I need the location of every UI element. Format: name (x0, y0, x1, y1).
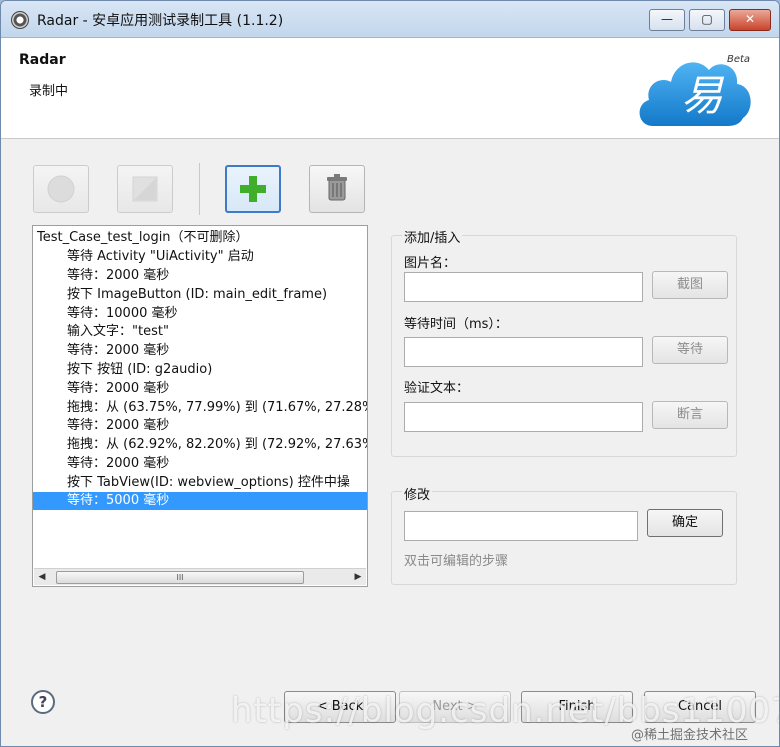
plus-icon (240, 176, 266, 202)
record-icon (47, 175, 75, 203)
tree-step[interactable]: 拖拽：从 (62.92%, 82.20%) 到 (72.92%, 27.63% (33, 436, 367, 454)
tree-step[interactable]: 拖拽：从 (63.75%, 77.99%) 到 (71.67%, 27.28% (33, 399, 367, 417)
page-subtitle: 录制中 (29, 84, 69, 99)
screenshot-button[interactable]: 截图 (652, 271, 728, 299)
tree-step[interactable]: 等待 Activity "UiActivity" 启动 (33, 248, 367, 266)
tree-step[interactable]: 等待：2000 毫秒 (33, 455, 367, 473)
confirm-button[interactable]: 确定 (647, 509, 723, 537)
stop-button[interactable] (117, 165, 173, 213)
tree-step[interactable]: 等待：2000 毫秒 (33, 417, 367, 435)
app-icon (11, 11, 29, 29)
beta-badge: Beta (727, 54, 750, 65)
tree-step-selected[interactable]: 等待：5000 毫秒 (33, 492, 367, 510)
modify-label: 修改 (402, 484, 433, 503)
assert-button[interactable]: 断言 (652, 401, 728, 429)
window-title: Radar - 安卓应用测试录制工具 (1.1.2) (37, 13, 284, 29)
tree-step[interactable]: 等待：10000 毫秒 (33, 305, 367, 323)
modify-input[interactable] (404, 511, 638, 541)
add-insert-label: 添加/插入 (402, 227, 463, 246)
trash-icon (327, 174, 347, 201)
tree-step[interactable]: 输入文字："test" (33, 323, 367, 341)
step-tree[interactable]: Test_Case_test_login（不可删除） 等待 Activity "… (32, 225, 368, 587)
verify-text-label: 验证文本： (404, 381, 470, 396)
image-name-input[interactable] (404, 272, 643, 302)
wait-button[interactable]: 等待 (652, 336, 728, 364)
scroll-left-icon[interactable]: ◀ (34, 569, 50, 585)
modify-hint: 双击可编辑的步骤 (404, 554, 509, 569)
logo-glyph: 易 (681, 71, 725, 120)
toolbar-separator (199, 163, 200, 215)
maximize-button[interactable]: ▢ (689, 9, 725, 31)
tree-step[interactable]: 等待：2000 毫秒 (33, 267, 367, 285)
image-name-label: 图片名： (404, 256, 457, 271)
help-icon[interactable]: ? (31, 690, 55, 714)
close-button[interactable]: ✕ (729, 9, 771, 31)
scroll-right-icon[interactable]: ▶ (350, 569, 366, 585)
tree-step[interactable]: 按下 ImageButton (ID: main_edit_frame) (33, 286, 367, 304)
delete-step-button[interactable] (309, 165, 365, 213)
radar-window: Radar - 安卓应用测试录制工具 (1.1.2) — ▢ ✕ Radar 录… (0, 0, 780, 747)
wizard-header: Radar 录制中 易 Beta (1, 38, 779, 139)
horizontal-scrollbar[interactable]: ◀ III ▶ (34, 568, 366, 585)
title-bar[interactable]: Radar - 安卓应用测试录制工具 (1.1.2) — ▢ ✕ (1, 1, 779, 38)
scroll-thumb[interactable]: III (56, 571, 304, 584)
tree-step[interactable]: 按下 TabView(ID: webview_options) 控件中操 (33, 474, 367, 492)
record-button[interactable] (33, 165, 89, 213)
minimize-button[interactable]: — (649, 9, 685, 31)
tree-step[interactable]: 等待：2000 毫秒 (33, 380, 367, 398)
wait-time-input[interactable] (404, 337, 643, 367)
tree-root[interactable]: Test_Case_test_login（不可删除） (33, 229, 367, 247)
cloud-logo-icon: 易 Beta (639, 54, 751, 126)
tree-step[interactable]: 按下 按钮 (ID: g2audio) (33, 361, 367, 379)
wait-time-label: 等待时间（ms）： (404, 317, 508, 332)
verify-text-input[interactable] (404, 402, 643, 432)
credit-text: @稀土掘金技术社区 (631, 728, 749, 743)
tree-step[interactable]: 等待：2000 毫秒 (33, 342, 367, 360)
page-title: Radar (19, 52, 66, 68)
stop-icon (132, 176, 158, 202)
add-step-button[interactable] (225, 165, 281, 213)
